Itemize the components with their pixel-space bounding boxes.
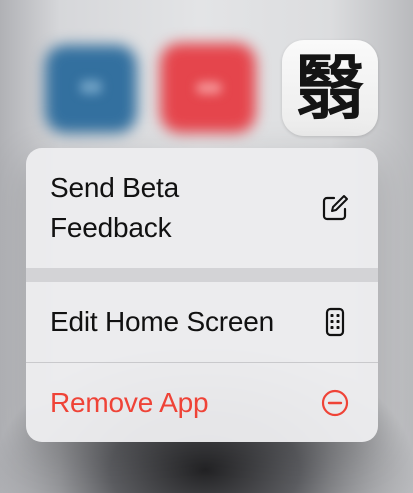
phone-icon [320,307,350,337]
context-menu: Send Beta Feedback Edit Home Screen Remo… [26,148,378,442]
edit-home-screen-item[interactable]: Edit Home Screen [26,282,378,362]
remove-app-item[interactable]: Remove App [26,363,378,442]
mahjong-app-icon[interactable]: 翳 [282,40,378,136]
remove-app-label: Remove App [50,386,209,418]
send-beta-feedback-label: Send Beta Feedback [50,172,179,243]
compose-icon [320,193,350,223]
minus-circle-icon [320,388,350,418]
blurred-red-app-glyph [196,82,222,94]
edit-home-screen-label: Edit Home Screen [50,306,275,337]
menu-section-divider [26,268,378,282]
blurred-blue-app-glyph [80,80,102,94]
app-icon-glyph: 翳 [295,46,365,129]
send-beta-feedback-item[interactable]: Send Beta Feedback [26,148,378,268]
